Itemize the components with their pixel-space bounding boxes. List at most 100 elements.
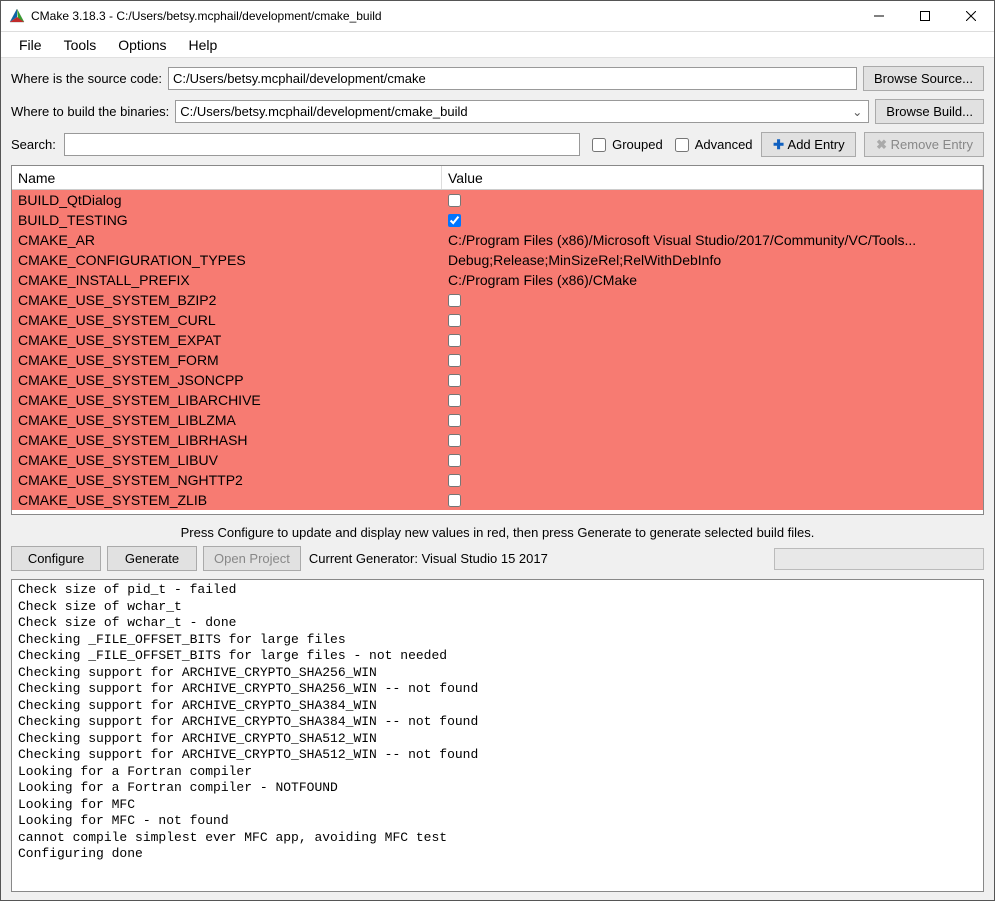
column-header-value[interactable]: Value [442,166,983,189]
column-header-name[interactable]: Name [12,166,442,189]
cache-var-name: CMAKE_USE_SYSTEM_LIBLZMA [12,412,442,428]
cache-var-name: CMAKE_USE_SYSTEM_ZLIB [12,492,442,508]
source-path-input[interactable] [168,67,857,90]
cache-var-value[interactable] [442,374,983,387]
cache-var-name: CMAKE_INSTALL_PREFIX [12,272,442,288]
cache-table: Name Value BUILD_QtDialog BUILD_TESTING CM… [11,165,984,515]
cache-var-value[interactable] [442,434,983,447]
cache-var-checkbox[interactable] [448,354,461,367]
cache-var-name: CMAKE_USE_SYSTEM_NGHTTP2 [12,472,442,488]
cache-var-name: CMAKE_USE_SYSTEM_BZIP2 [12,292,442,308]
cache-var-value[interactable]: C:/Program Files (x86)/CMake [442,272,983,288]
search-input[interactable] [64,133,580,156]
table-row[interactable]: CMAKE_USE_SYSTEM_BZIP2 [12,290,983,310]
log-horizontal-scroll[interactable] [12,874,983,891]
cache-var-value[interactable]: C:/Program Files (x86)/Microsoft Visual … [442,232,983,248]
minimize-button[interactable] [856,1,902,31]
cache-var-checkbox[interactable] [448,454,461,467]
table-row[interactable]: CMAKE_USE_SYSTEM_LIBLZMA [12,410,983,430]
menubar: File Tools Options Help [1,32,994,58]
cache-var-name: CMAKE_USE_SYSTEM_LIBRHASH [12,432,442,448]
browse-build-button[interactable]: Browse Build... [875,99,984,124]
cache-var-value[interactable] [442,314,983,327]
cache-var-checkbox[interactable] [448,214,461,227]
cache-var-name: BUILD_TESTING [12,212,442,228]
maximize-button[interactable] [902,1,948,31]
cache-var-name: BUILD_QtDialog [12,192,442,208]
cache-var-value[interactable] [442,394,983,407]
window-title: CMake 3.18.3 - C:/Users/betsy.mcphail/de… [31,9,856,23]
generate-button[interactable]: Generate [107,546,197,571]
cache-var-value[interactable] [442,334,983,347]
table-row[interactable]: CMAKE_USE_SYSTEM_NGHTTP2 [12,470,983,490]
menu-file[interactable]: File [9,35,52,55]
cache-var-name: CMAKE_AR [12,232,442,248]
build-path-value: C:/Users/betsy.mcphail/development/cmake… [180,104,467,119]
cache-var-checkbox[interactable] [448,434,461,447]
source-label: Where is the source code: [11,71,162,86]
search-label: Search: [11,137,56,152]
hint-text: Press Configure to update and display ne… [11,519,984,546]
open-project-button[interactable]: Open Project [203,546,301,571]
grouped-checkbox-label[interactable]: Grouped [588,135,663,155]
table-row[interactable]: CMAKE_USE_SYSTEM_JSONCPP [12,370,983,390]
titlebar: CMake 3.18.3 - C:/Users/betsy.mcphail/de… [1,1,994,32]
table-row[interactable]: CMAKE_USE_SYSTEM_LIBARCHIVE [12,390,983,410]
remove-entry-button[interactable]: ✖Remove Entry [864,132,984,157]
cache-var-value[interactable] [442,194,983,207]
table-row[interactable]: CMAKE_USE_SYSTEM_LIBUV [12,450,983,470]
cache-var-checkbox[interactable] [448,314,461,327]
cache-var-checkbox[interactable] [448,494,461,507]
table-row[interactable]: CMAKE_CONFIGURATION_TYPESDebug;Release;M… [12,250,983,270]
close-button[interactable] [948,1,994,31]
cache-var-checkbox[interactable] [448,334,461,347]
cache-var-value[interactable] [442,454,983,467]
cache-var-value[interactable] [442,214,983,227]
table-row[interactable]: CMAKE_INSTALL_PREFIXC:/Program Files (x8… [12,270,983,290]
cache-var-name: CMAKE_CONFIGURATION_TYPES [12,252,442,268]
cache-var-value[interactable]: Debug;Release;MinSizeRel;RelWithDebInfo [442,252,983,268]
log-body[interactable]: Check size of pid_t - failed Check size … [12,580,983,874]
generator-label: Current Generator: Visual Studio 15 2017 [309,551,548,566]
menu-help[interactable]: Help [179,35,228,55]
cmake-icon [9,8,25,24]
cache-var-value[interactable] [442,494,983,507]
x-icon: ✖ [875,138,889,152]
menu-options[interactable]: Options [108,35,176,55]
cache-var-name: CMAKE_USE_SYSTEM_FORM [12,352,442,368]
cache-var-name: CMAKE_USE_SYSTEM_CURL [12,312,442,328]
cache-var-value[interactable] [442,414,983,427]
cache-var-value[interactable] [442,354,983,367]
log-output: Check size of pid_t - failed Check size … [11,579,984,892]
cache-var-name: CMAKE_USE_SYSTEM_LIBARCHIVE [12,392,442,408]
cache-var-value[interactable] [442,294,983,307]
table-row[interactable]: CMAKE_USE_SYSTEM_EXPAT [12,330,983,350]
cache-var-checkbox[interactable] [448,414,461,427]
advanced-checkbox[interactable] [675,138,689,152]
configure-button[interactable]: Configure [11,546,101,571]
grouped-checkbox[interactable] [592,138,606,152]
table-row[interactable]: CMAKE_USE_SYSTEM_LIBRHASH [12,430,983,450]
table-row[interactable]: BUILD_QtDialog [12,190,983,210]
add-entry-button[interactable]: ✚Add Entry [761,132,856,157]
cache-var-checkbox[interactable] [448,374,461,387]
menu-tools[interactable]: Tools [54,35,107,55]
build-path-combo[interactable]: C:/Users/betsy.mcphail/development/cmake… [175,100,869,123]
cache-var-checkbox[interactable] [448,194,461,207]
cache-var-name: CMAKE_USE_SYSTEM_EXPAT [12,332,442,348]
cache-var-checkbox[interactable] [448,474,461,487]
build-label: Where to build the binaries: [11,104,169,119]
cache-var-name: CMAKE_USE_SYSTEM_JSONCPP [12,372,442,388]
cache-table-body[interactable]: BUILD_QtDialogBUILD_TESTINGCMAKE_ARC:/Pr… [12,190,983,514]
advanced-checkbox-label[interactable]: Advanced [671,135,753,155]
cache-var-checkbox[interactable] [448,294,461,307]
browse-source-button[interactable]: Browse Source... [863,66,984,91]
cache-var-value[interactable] [442,474,983,487]
table-row[interactable]: CMAKE_USE_SYSTEM_ZLIB [12,490,983,510]
table-row[interactable]: CMAKE_USE_SYSTEM_FORM [12,350,983,370]
table-row[interactable]: CMAKE_ARC:/Program Files (x86)/Microsoft… [12,230,983,250]
cache-var-name: CMAKE_USE_SYSTEM_LIBUV [12,452,442,468]
table-row[interactable]: BUILD_TESTING [12,210,983,230]
table-row[interactable]: CMAKE_USE_SYSTEM_CURL [12,310,983,330]
cache-var-checkbox[interactable] [448,394,461,407]
